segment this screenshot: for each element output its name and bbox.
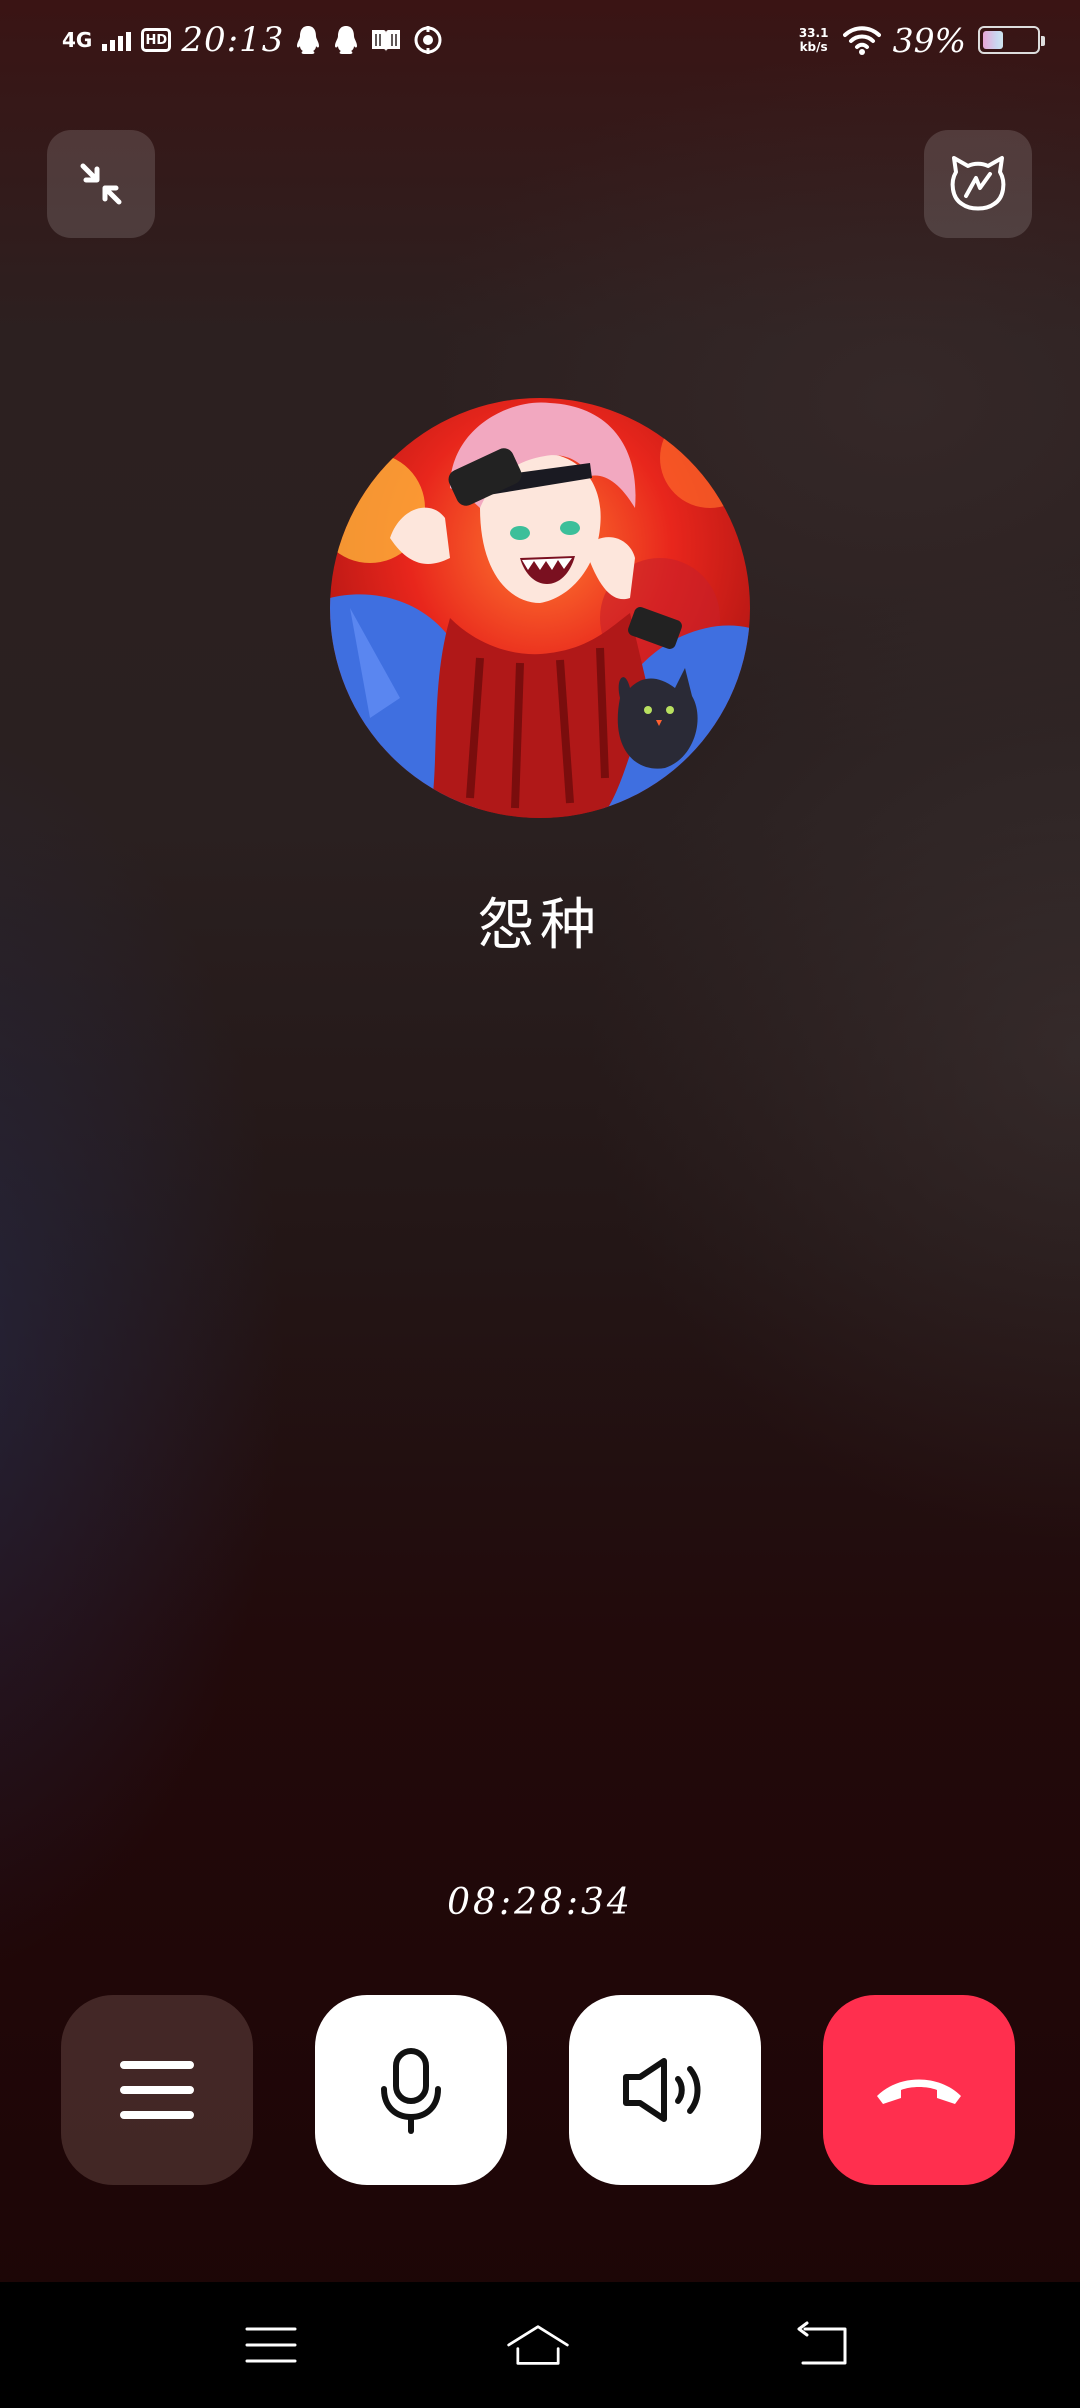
speaker-button[interactable] — [569, 1995, 761, 2185]
back-button[interactable] — [790, 2312, 856, 2378]
hd-badge: HD — [141, 28, 172, 52]
battery-percent: 39% — [892, 20, 966, 60]
signal-icon — [102, 29, 132, 51]
battery-fill — [983, 31, 1004, 49]
microphone-icon — [381, 2048, 441, 2134]
microphone-button[interactable] — [315, 1995, 507, 2185]
menu-icon — [120, 2061, 194, 2119]
book-icon — [370, 26, 402, 54]
status-time: 20:13 — [181, 20, 285, 60]
menu-button[interactable] — [61, 1995, 253, 2185]
status-right: 33.1 kb/s 39% — [797, 20, 1045, 60]
network-speed-value: 33.1 — [798, 26, 829, 40]
navigation-bar — [0, 2282, 1080, 2408]
compass-icon — [412, 24, 444, 56]
contact-avatar — [330, 398, 750, 818]
home-button[interactable] — [505, 2312, 571, 2378]
status-bar: 4G HD 20:13 33.1 kb/s 39% — [0, 0, 1080, 80]
network-speed-unit: kb/s — [799, 40, 828, 54]
recent-apps-icon — [245, 2327, 297, 2363]
wifi-icon — [842, 25, 881, 55]
minimize-arrows-icon — [80, 163, 122, 205]
battery-icon — [978, 26, 1045, 54]
network-speed: 33.1 kb/s — [797, 26, 831, 54]
status-left: 4G HD 20:13 — [62, 20, 444, 60]
call-duration: 08:28:34 — [447, 1882, 633, 1923]
qq-icon — [294, 24, 322, 56]
home-icon — [507, 2325, 569, 2365]
effects-button[interactable] — [924, 130, 1032, 238]
hang-up-icon — [877, 2079, 961, 2104]
network-type: 4G — [62, 28, 93, 52]
contact-name: 怨种 — [478, 893, 602, 958]
qq-icon — [332, 24, 360, 56]
speaker-icon — [623, 2058, 701, 2122]
recent-apps-button[interactable] — [238, 2312, 304, 2378]
cat-face-icon — [950, 156, 1006, 211]
hang-up-button[interactable] — [823, 1995, 1015, 2185]
back-icon — [797, 2321, 847, 2365]
minimize-call-button[interactable] — [47, 130, 155, 238]
